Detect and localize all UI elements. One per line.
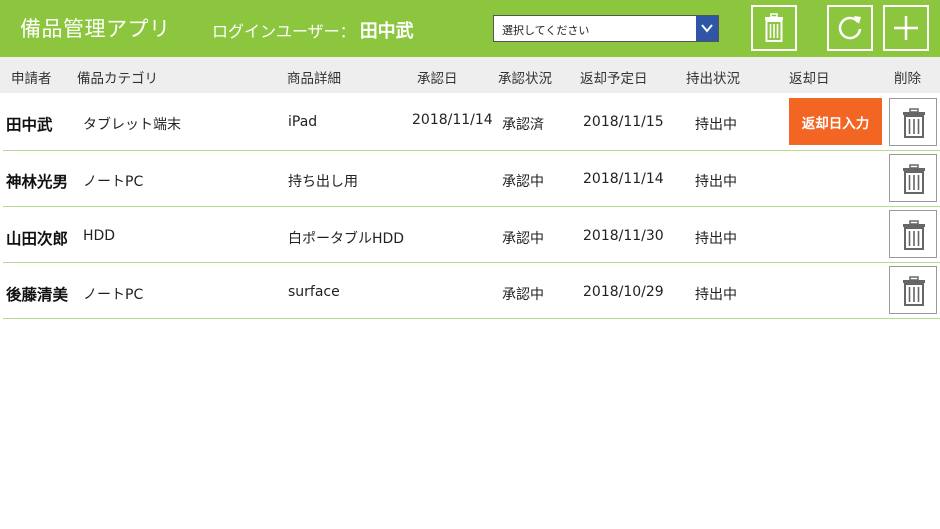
category-cell: タブレット端末 <box>83 117 181 133</box>
filter-select-value: 選択してください <box>502 24 590 37</box>
approval-date-cell: 2018/11/14 <box>412 112 493 128</box>
col-checkout-status: 持出状況 <box>686 71 740 87</box>
trash-icon <box>903 220 925 250</box>
col-applicant: 申請者 <box>11 71 52 87</box>
checkout-status-cell: 持出中 <box>695 231 737 247</box>
table-header: 申請者 備品カテゴリ 商品詳細 承認日 承認状況 返却予定日 持出状況 返却日 … <box>0 57 940 93</box>
checkout-status-cell: 持出中 <box>695 174 737 190</box>
filter-select[interactable]: 選択してください <box>493 15 719 42</box>
applicant-cell: 山田次郎 <box>6 230 69 248</box>
refresh-button[interactable] <box>827 5 873 51</box>
applicant-cell: 神林光男 <box>6 173 69 191</box>
app-title: 備品管理アプリ <box>20 17 171 41</box>
chevron-down-icon[interactable] <box>696 16 718 41</box>
trash-icon <box>903 108 925 138</box>
delete-row-button[interactable] <box>889 210 937 258</box>
refresh-icon <box>838 16 862 40</box>
delete-row-button[interactable] <box>889 266 937 314</box>
category-cell: HDD <box>83 228 116 244</box>
return-date-input-button[interactable]: 返却日入力 <box>789 98 882 145</box>
applicant-cell: 田中武 <box>6 116 53 134</box>
due-date-cell: 2018/10/29 <box>583 284 664 300</box>
table-row: 田中武 タブレット端末 iPad 2018/11/14 承認済 2018/11/… <box>3 95 940 151</box>
header-delete-button[interactable] <box>751 5 797 51</box>
approval-status-cell: 承認中 <box>502 287 544 303</box>
col-return-date: 返却日 <box>789 71 830 87</box>
checkout-status-cell: 持出中 <box>695 287 737 303</box>
category-cell: ノートPC <box>83 174 144 190</box>
applicant-cell: 後藤清美 <box>6 286 69 304</box>
col-detail: 商品詳細 <box>287 71 341 87</box>
plus-icon <box>894 16 918 40</box>
approval-status-cell: 承認済 <box>502 117 544 133</box>
delete-row-button[interactable] <box>889 154 937 202</box>
approval-status-cell: 承認中 <box>502 174 544 190</box>
add-button[interactable] <box>883 5 929 51</box>
table-row: 神林光男 ノートPC 持ち出し用 承認中 2018/11/14 持出中 <box>3 151 940 207</box>
table-row: 山田次郎 HDD 白ポータブルHDD 承認中 2018/11/30 持出中 <box>3 207 940 263</box>
due-date-cell: 2018/11/30 <box>583 228 664 244</box>
category-cell: ノートPC <box>83 287 144 303</box>
detail-cell: iPad <box>288 114 318 130</box>
col-delete: 削除 <box>894 71 921 87</box>
due-date-cell: 2018/11/15 <box>583 114 664 130</box>
detail-cell: 白ポータブルHDD <box>288 231 405 247</box>
trash-icon <box>903 276 925 306</box>
delete-row-button[interactable] <box>889 98 937 146</box>
login-label: ログインユーザー： <box>212 22 356 41</box>
col-category: 備品カテゴリ <box>77 71 158 87</box>
app-header: 備品管理アプリ ログインユーザー： 田中武 選択してください <box>0 0 940 57</box>
col-due-date: 返却予定日 <box>580 71 648 87</box>
col-approval-status: 承認状況 <box>498 71 552 87</box>
trash-icon <box>765 13 783 42</box>
checkout-status-cell: 持出中 <box>695 117 737 133</box>
detail-cell: 持ち出し用 <box>288 174 358 190</box>
approval-status-cell: 承認中 <box>502 231 544 247</box>
col-approval-date: 承認日 <box>417 71 458 87</box>
login-info: ログインユーザー： 田中武 <box>212 17 414 43</box>
detail-cell: surface <box>288 284 340 300</box>
trash-icon <box>903 164 925 194</box>
login-user: 田中武 <box>359 21 414 42</box>
table-row: 後藤清美 ノートPC surface 承認中 2018/10/29 持出中 <box>3 263 940 319</box>
due-date-cell: 2018/11/14 <box>583 171 664 187</box>
